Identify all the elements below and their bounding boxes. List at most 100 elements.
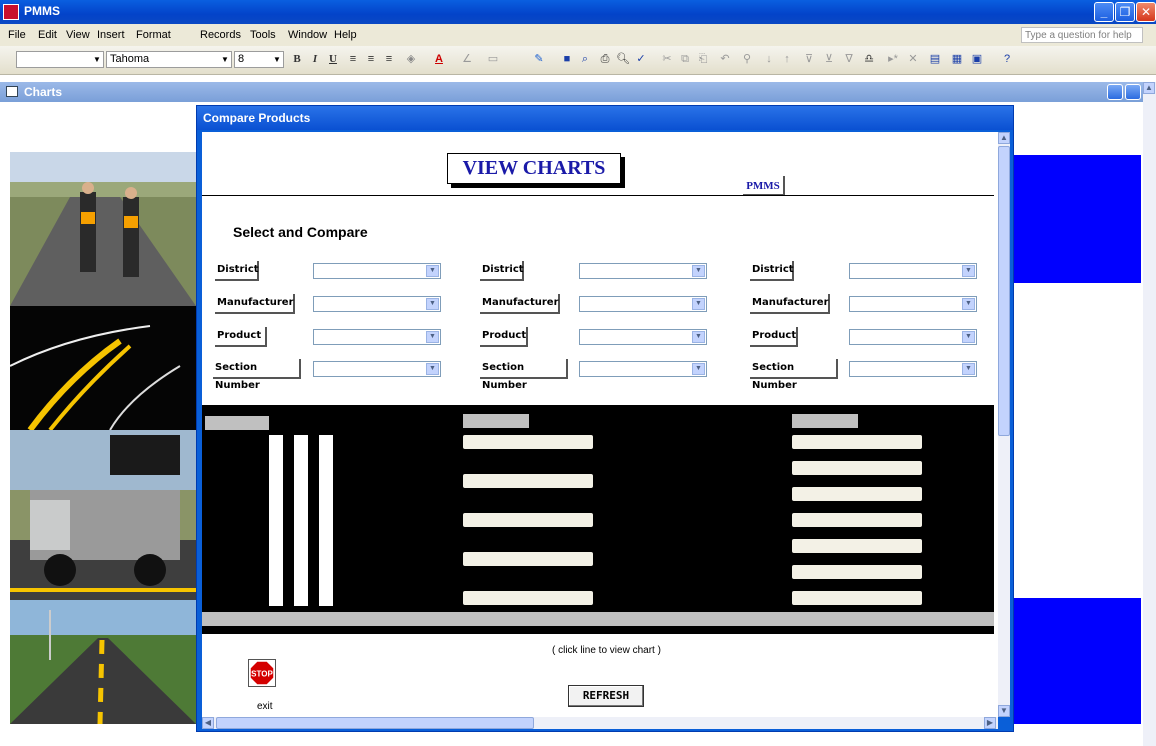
bold-button[interactable]: B <box>290 52 304 67</box>
chart-line[interactable] <box>792 487 922 501</box>
align-right-icon[interactable]: ≡ <box>382 52 396 67</box>
chart-line[interactable] <box>463 591 593 605</box>
menu-records[interactable]: Records <box>200 29 241 41</box>
chart-line[interactable] <box>463 474 593 488</box>
spelling-icon[interactable]: ✓ <box>634 52 648 67</box>
menu-insert[interactable]: Insert <box>97 29 125 41</box>
search-icon[interactable]: ⌕ <box>578 52 592 67</box>
chart-line[interactable] <box>792 565 922 579</box>
charts-vertical-scrollbar[interactable]: ▲ <box>1143 82 1156 746</box>
menu-edit[interactable]: Edit <box>38 29 57 41</box>
chart-line[interactable] <box>792 591 922 605</box>
new-object-icon[interactable]: ▣ <box>970 52 984 67</box>
chevron-down-icon: ▼ <box>426 265 439 277</box>
menu-window[interactable]: Window <box>288 29 327 41</box>
menu-file[interactable]: File <box>8 29 26 41</box>
charts-minimize-button[interactable] <box>1107 84 1123 100</box>
font-size-value: 8 <box>238 53 245 65</box>
horizontal-scroll-thumb[interactable] <box>216 717 534 729</box>
chart-line[interactable] <box>319 435 333 606</box>
chart-line[interactable] <box>463 435 593 449</box>
section-number-label-3: Section Number <box>750 359 838 391</box>
scroll-left-icon[interactable]: ◀ <box>202 717 214 729</box>
district-select-3[interactable]: ▼ <box>849 263 977 279</box>
menu-view[interactable]: View <box>66 29 90 41</box>
manufacturer-select-3[interactable]: ▼ <box>849 296 977 312</box>
scroll-up-icon[interactable]: ▲ <box>1143 82 1155 94</box>
filter-by-selection-icon[interactable]: ⊽ <box>802 52 816 67</box>
section-number-label-1: Section Number <box>213 359 301 391</box>
minimize-button[interactable]: _ <box>1094 2 1114 22</box>
chart-line[interactable] <box>792 461 922 475</box>
chevron-down-icon: ▼ <box>962 298 975 310</box>
dialog-vertical-scrollbar[interactable]: ▲ ▼ <box>998 132 1010 717</box>
print-preview-icon[interactable]: 🔍︎ <box>616 52 630 67</box>
help-search-input[interactable]: Type a question for help <box>1021 27 1143 43</box>
product-select-2[interactable]: ▼ <box>579 329 707 345</box>
delete-record-icon[interactable]: ✕ <box>906 52 920 67</box>
chart-line[interactable] <box>269 435 283 606</box>
sort-ascending-icon[interactable]: ↓ <box>762 52 776 67</box>
menu-tools[interactable]: Tools <box>250 29 276 41</box>
product-select-1[interactable]: ▼ <box>313 329 441 345</box>
chart-line[interactable] <box>792 539 922 553</box>
close-button[interactable]: ✕ <box>1136 2 1156 22</box>
chart-line[interactable] <box>294 435 308 606</box>
menu-help[interactable]: Help <box>334 29 357 41</box>
charts-restore-button[interactable] <box>1125 84 1141 100</box>
underline-button[interactable]: U <box>326 52 340 67</box>
copy-icon[interactable]: ⧉ <box>678 52 692 67</box>
font-color-icon[interactable]: A <box>432 52 446 67</box>
vertical-scroll-thumb[interactable] <box>998 146 1010 436</box>
restore-button[interactable]: ❐ <box>1115 2 1135 22</box>
menu-format[interactable]: Format <box>136 29 171 41</box>
align-center-icon[interactable]: ≡ <box>364 52 378 67</box>
chart-line[interactable] <box>792 435 922 449</box>
scroll-right-icon[interactable]: ▶ <box>984 717 996 729</box>
refresh-button[interactable]: REFRESH <box>568 685 644 707</box>
product-select-3[interactable]: ▼ <box>849 329 977 345</box>
chevron-down-icon: ▼ <box>426 363 439 375</box>
new-record-icon[interactable]: ▸* <box>886 52 900 67</box>
font-size-combo[interactable]: 8 ▼ <box>234 51 284 68</box>
column-1-header-placeholder <box>205 416 269 430</box>
product-label-3: Product <box>750 327 798 347</box>
scroll-down-icon[interactable]: ▼ <box>998 705 1010 717</box>
chart-line[interactable] <box>792 513 922 527</box>
filter-by-form-icon[interactable]: ⊻ <box>822 52 836 67</box>
font-name-combo[interactable]: Tahoma ▼ <box>106 51 232 68</box>
properties-icon[interactable]: ▤ <box>928 52 942 67</box>
chart-line[interactable] <box>463 552 593 566</box>
exit-button[interactable]: STOP <box>248 659 276 687</box>
find-icon[interactable]: ♎︎ <box>862 52 876 67</box>
design-view-icon[interactable]: ✎ <box>532 52 546 67</box>
chart-line[interactable] <box>463 513 593 527</box>
database-window-icon[interactable]: ▦ <box>950 52 964 67</box>
hyperlink-icon[interactable]: ⚲ <box>740 52 754 67</box>
object-combo[interactable]: ▼ <box>16 51 104 68</box>
help-icon[interactable]: ? <box>1000 52 1014 67</box>
dialog-horizontal-scrollbar[interactable]: ◀ ▶ <box>202 717 998 729</box>
manufacturer-select-2[interactable]: ▼ <box>579 296 707 312</box>
section-number-select-1[interactable]: ▼ <box>313 361 441 377</box>
line-color-icon[interactable]: ∠ <box>460 52 474 67</box>
section-number-select-3[interactable]: ▼ <box>849 361 977 377</box>
manufacturer-select-1[interactable]: ▼ <box>313 296 441 312</box>
sort-descending-icon[interactable]: ↑ <box>780 52 794 67</box>
save-icon[interactable]: ■ <box>560 52 574 67</box>
italic-button[interactable]: I <box>308 52 322 67</box>
align-left-icon[interactable]: ≡ <box>346 52 360 67</box>
section-number-select-2[interactable]: ▼ <box>579 361 707 377</box>
district-select-2[interactable]: ▼ <box>579 263 707 279</box>
line-width-icon[interactable]: ▭ <box>486 52 500 67</box>
photo-road-workers <box>10 152 196 306</box>
cut-icon[interactable]: ✂ <box>660 52 674 67</box>
print-icon[interactable]: ⎙ <box>598 52 612 67</box>
district-select-1[interactable]: ▼ <box>313 263 441 279</box>
scroll-up-icon[interactable]: ▲ <box>998 132 1010 144</box>
fill-color-icon[interactable]: ◈ <box>404 52 418 67</box>
undo-icon[interactable]: ↶ <box>718 52 732 67</box>
apply-filter-icon[interactable]: ∇ <box>842 52 856 67</box>
chevron-down-icon: ▼ <box>221 55 229 64</box>
paste-icon[interactable]: ⎗ <box>696 52 710 67</box>
